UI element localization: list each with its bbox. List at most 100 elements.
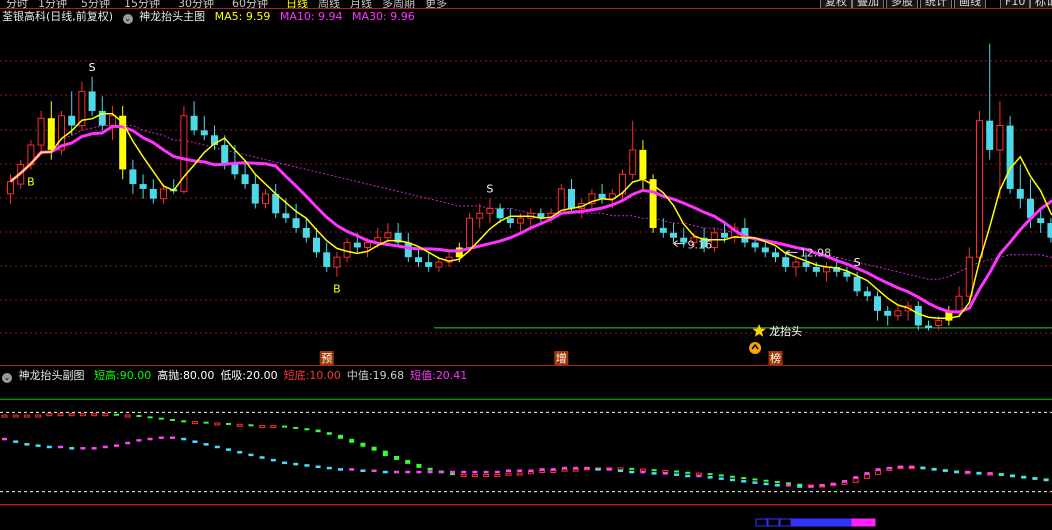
- short-value-bar: [170, 419, 175, 421]
- candle-body: [364, 242, 371, 248]
- short-value-bar: [863, 473, 870, 479]
- short-value-bar: [561, 468, 568, 472]
- candle: [792, 257, 800, 277]
- candle: [1016, 164, 1024, 209]
- candle-body: [955, 295, 963, 312]
- mid-value-mark: [472, 470, 478, 474]
- candle-body: [670, 232, 677, 238]
- mid-value-mark: [786, 484, 791, 487]
- mid-value-mark: [293, 462, 299, 466]
- mid-value-mark: [315, 465, 321, 469]
- candle-body: [1037, 218, 1045, 224]
- bottom-signal-bar: [791, 518, 804, 527]
- mid-value-mark: [170, 436, 175, 439]
- event-tag-text: 榜: [770, 351, 781, 365]
- mid-value-mark: [427, 470, 433, 474]
- candle-body: [435, 261, 443, 268]
- short-value-bar: [1, 414, 8, 418]
- short-value-bar: [203, 421, 209, 424]
- mid-value-mark: [125, 441, 131, 445]
- short-value-bar: [79, 413, 86, 417]
- candle-body: [659, 227, 667, 233]
- short-value-bar: [326, 432, 332, 435]
- bottom-signal-bar: [779, 518, 792, 527]
- candle-body: [486, 207, 494, 214]
- candle-body: [476, 212, 484, 219]
- short-value-bar: [293, 426, 299, 429]
- mid-value-mark: [741, 480, 747, 483]
- candle-body: [782, 257, 790, 267]
- mid-value-mark: [730, 478, 735, 482]
- short-value-bar: [147, 416, 153, 419]
- signal-marker: S: [854, 256, 861, 269]
- candle-body: [965, 256, 973, 297]
- short-value-bar: [304, 428, 310, 431]
- candle-body: [190, 115, 198, 131]
- short-value-bar: [471, 473, 478, 477]
- mid-value-mark: [69, 447, 75, 450]
- mid-value-mark: [181, 437, 187, 441]
- candle-body: [149, 188, 157, 199]
- mid-value-mark: [405, 470, 411, 474]
- short-value-bar: [236, 423, 243, 427]
- candle-body: [680, 237, 688, 243]
- mid-value-mark: [450, 470, 455, 474]
- candle: [486, 198, 494, 224]
- short-value-bar: [852, 477, 859, 483]
- candle: [323, 242, 331, 272]
- short-value-bar: [181, 420, 187, 423]
- mid-value-mark: [270, 458, 276, 462]
- mid-value-mark: [102, 445, 108, 449]
- candle: [384, 223, 392, 243]
- candle-body: [751, 242, 759, 248]
- candle-body: [37, 117, 45, 146]
- candle: [149, 179, 157, 204]
- mid-value-mark: [528, 469, 534, 472]
- short-value-bar: [23, 414, 30, 418]
- low-price-label: 9.16: [688, 239, 713, 252]
- mid-value-mark: [494, 470, 500, 474]
- short-value-bar: [315, 429, 321, 433]
- short-value-bar: [763, 479, 769, 482]
- candle: [425, 252, 433, 272]
- candle-body: [517, 217, 524, 224]
- bottom-signal-bar: [839, 518, 852, 527]
- candle: [333, 252, 341, 277]
- candle-body: [282, 213, 290, 219]
- candle: [914, 301, 922, 331]
- short-value-bar: [505, 472, 512, 476]
- mid-value-mark: [954, 470, 959, 474]
- candle-body: [353, 242, 361, 248]
- candle-body: [241, 174, 249, 185]
- mid-value-mark: [58, 445, 63, 449]
- bottom-signal-bar: [851, 518, 864, 527]
- short-value-bar: [248, 424, 254, 427]
- candle: [445, 252, 453, 267]
- candle-body: [1047, 223, 1052, 238]
- bottom-signal-bar: [827, 518, 840, 527]
- mid-value-mark: [1043, 478, 1049, 482]
- candlestick-chart: B S B S S 12.98 9.16 龙抬头预 增 榜: [0, 8, 1052, 527]
- candle: [190, 101, 198, 136]
- candle: [578, 198, 586, 219]
- candle: [37, 110, 45, 155]
- mid-value-mark: [886, 466, 892, 470]
- short-value-bar: [12, 414, 19, 418]
- mid-value-mark: [35, 444, 41, 447]
- mid-value-mark: [282, 461, 287, 465]
- mid-value-mark: [864, 472, 870, 475]
- short-value-bar: [57, 413, 64, 417]
- mid-value-mark: [304, 464, 310, 467]
- mid-value-mark: [629, 470, 635, 474]
- mid-value-mark: [136, 439, 142, 442]
- candle: [343, 237, 351, 263]
- candle: [670, 223, 677, 243]
- candle-body: [874, 296, 881, 311]
- candle-body: [721, 232, 728, 238]
- short-value-bar: [494, 473, 501, 477]
- candle-body: [343, 242, 351, 258]
- candle-body: [200, 130, 208, 136]
- short-value-bar: [752, 478, 758, 481]
- short-value-bar: [259, 425, 266, 429]
- candle: [863, 286, 871, 302]
